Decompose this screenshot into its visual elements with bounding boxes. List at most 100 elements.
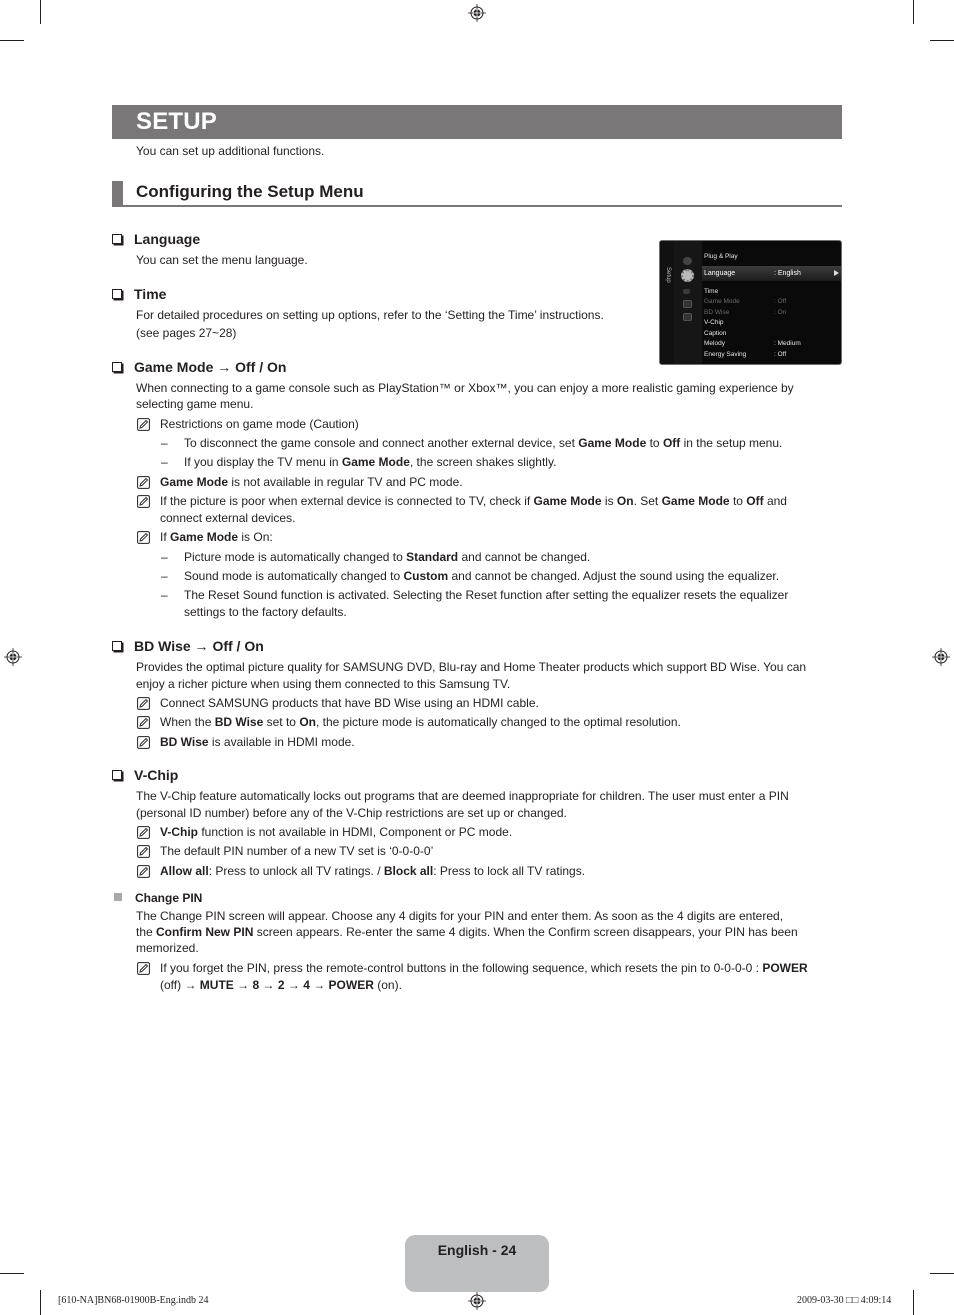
text: If <box>160 530 171 544</box>
v-chip-body-line1: The V-Chip feature automatically locks o… <box>136 789 789 803</box>
change-pin-body-line1: The Change PIN screen will appear. Choos… <box>136 909 784 923</box>
osd-row-label: Language <box>704 270 736 277</box>
crop-mark <box>913 1290 914 1315</box>
bold-term: POWER <box>328 978 374 992</box>
bold-term: 4 <box>303 978 310 992</box>
dash-item: – Picture mode is automatically changed … <box>161 549 590 566</box>
text: If you forget the PIN, press the remote-… <box>160 961 763 975</box>
dash-item: – Sound mode is automatically changed to… <box>161 568 779 585</box>
note-icon <box>137 865 150 878</box>
osd-menu-row: Game Mode : Off <box>704 297 841 307</box>
note-icon <box>137 531 150 544</box>
osd-menu-row: BD Wise: On <box>704 308 841 318</box>
dash-bullet: – <box>161 588 168 602</box>
note: Connect SAMSUNG products that have BD Wi… <box>136 695 539 712</box>
text: is On: <box>238 530 273 544</box>
osd-row-value: : Off <box>774 298 787 305</box>
item-title-text: V-Chip <box>134 767 179 783</box>
section-header: Configuring the Setup Menu <box>112 181 842 207</box>
bold-term: Game Mode <box>661 494 730 508</box>
dash-bullet: – <box>161 455 168 469</box>
text: The Reset Sound function is activated. S… <box>184 588 789 602</box>
dash-item: – The Reset Sound function is activated.… <box>161 587 788 621</box>
osd-row-label: Plug & Play <box>704 253 738 260</box>
text: screen appears. Re-enter the same 4 digi… <box>253 925 798 939</box>
registration-mark-icon <box>468 4 486 22</box>
note-text: Connect SAMSUNG products that have BD Wi… <box>160 696 539 710</box>
change-pin-body-line2: the Confirm New PIN screen appears. Re-e… <box>136 924 798 941</box>
crop-mark <box>40 1290 41 1315</box>
text: If you display the TV menu in <box>184 455 342 469</box>
square-bullet-icon <box>114 893 122 901</box>
osd-side-label: Setup <box>665 267 671 283</box>
time-body-line1: For detailed procedures on setting up op… <box>136 308 604 322</box>
page-intro: You can set up additional functions. <box>136 144 325 158</box>
page-number: English - 24 <box>437 1242 517 1258</box>
text: : Press to lock all TV ratings. <box>433 864 586 878</box>
note-icon <box>137 697 150 710</box>
bold-term: Block all <box>383 864 434 878</box>
text: and cannot be changed. <box>458 550 591 564</box>
osd-row-value: : Off <box>774 351 787 358</box>
text: : Press to unlock all TV ratings. / <box>208 864 384 878</box>
crop-mark <box>930 40 954 41</box>
osd-row-label: Melody <box>704 340 725 347</box>
setup-gear-icon <box>681 269 694 282</box>
bold-term: On <box>299 715 316 729</box>
item-title-text: Time <box>134 286 167 302</box>
crop-mark <box>0 40 24 41</box>
bold-term: MUTE <box>199 978 234 992</box>
game-mode-body-line2: selecting game menu. <box>136 397 254 411</box>
checkbox-bullet-icon <box>112 234 122 244</box>
note-icon <box>137 418 150 431</box>
note-icon <box>137 962 150 975</box>
note-icon <box>137 476 150 489</box>
osd-icon-column <box>674 241 702 364</box>
osd-menu-row: Language: English <box>702 266 841 281</box>
text: → <box>284 978 304 992</box>
osd-menu-row: Caption <box>704 329 841 339</box>
text: function is not available in HDMI, Compo… <box>198 825 513 839</box>
registration-mark-icon <box>4 648 22 666</box>
osd-right-arrow-icon <box>834 270 839 276</box>
osd-row-label: Game Mode <box>704 298 740 305</box>
note-icon <box>137 736 150 749</box>
item-title-v-chip: V-Chip <box>112 767 178 783</box>
bold-term: POWER <box>762 961 808 975</box>
bold-term: Off <box>662 436 681 450</box>
text: Picture mode is automatically changed to <box>184 550 407 564</box>
bd-wise-body-line1: Provides the optimal picture quality for… <box>136 660 807 674</box>
game-mode-body-line1: When connecting to a game console such a… <box>136 381 794 395</box>
note: If Game Mode is On: <box>136 529 273 546</box>
note: When the BD Wise set to On, the picture … <box>136 714 681 731</box>
change-pin-body-line3: memorized. <box>136 941 199 955</box>
subitem-title-text: Change PIN <box>135 891 203 905</box>
osd-menu-row: V-Chip <box>704 318 841 328</box>
text: (on). <box>373 978 402 992</box>
checkbox-bullet-icon <box>112 289 122 299</box>
text: is not available in regular TV and PC mo… <box>228 475 463 489</box>
bold-term: Game Mode <box>533 494 602 508</box>
osd-row-label: BD Wise <box>704 309 730 316</box>
note: The default PIN number of a new TV set i… <box>136 843 433 860</box>
text: set to <box>263 715 300 729</box>
note-text: The default PIN number of a new TV set i… <box>160 844 434 858</box>
bold-term: Confirm New PIN <box>156 925 254 939</box>
item-title-time: Time <box>112 286 166 302</box>
bold-term: Allow all <box>160 864 209 878</box>
note: If the picture is poor when external dev… <box>136 493 787 527</box>
support-icon <box>683 313 692 321</box>
checkbox-bullet-icon <box>112 362 122 372</box>
dash-bullet: – <box>161 550 168 564</box>
text: and cannot be changed. Adjust the sound … <box>448 569 780 583</box>
note: Allow all: Press to unlock all TV rating… <box>136 863 585 880</box>
text: . Set <box>633 494 662 508</box>
item-title-text: Game Mode → Off / On <box>134 359 287 375</box>
osd-row-label: Energy Saving <box>704 351 747 358</box>
text: to <box>646 436 663 450</box>
bold-term: Standard <box>406 550 459 564</box>
note-icon <box>137 826 150 839</box>
page-title: SETUP <box>136 108 218 135</box>
item-title-game-mode: Game Mode → Off / On <box>112 359 286 375</box>
text: in the setup menu. <box>680 436 783 450</box>
